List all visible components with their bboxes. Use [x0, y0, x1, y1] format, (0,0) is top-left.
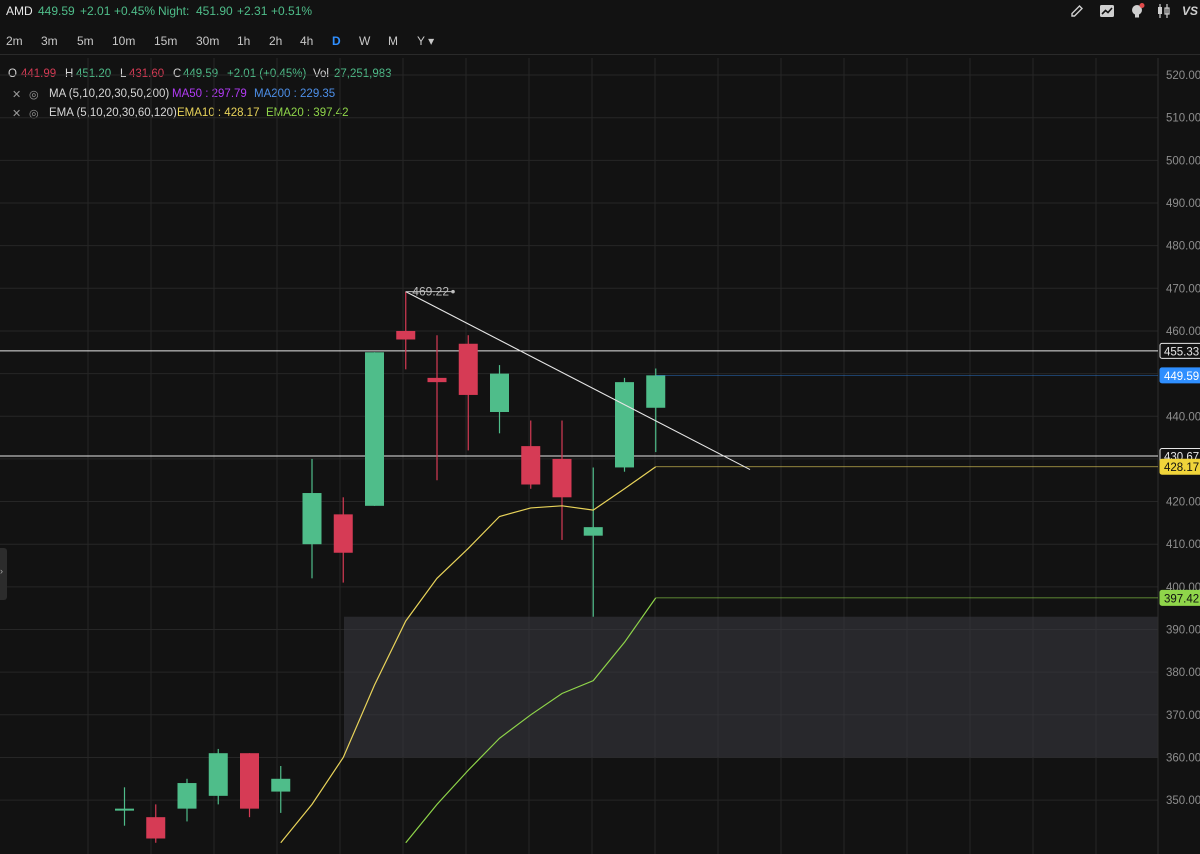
swing-high-dot	[451, 289, 455, 294]
y-tick-label: 350.00	[1166, 795, 1200, 807]
candle	[146, 804, 166, 843]
y-tick-label: 470.00	[1166, 283, 1200, 295]
candle	[177, 778, 197, 822]
price-tag-label: 449.59	[1164, 371, 1199, 383]
candle-body	[177, 783, 197, 809]
candle-body	[615, 382, 634, 468]
tf-4h[interactable]: 4h	[300, 34, 313, 48]
candle-body	[427, 377, 447, 383]
quote-bar: AMD 449.59 +2.01 +0.45% Night: 451.90 +2…	[0, 0, 1200, 22]
candle	[333, 497, 353, 583]
candle	[583, 467, 603, 617]
y-tick-label: 410.00	[1166, 539, 1200, 551]
candle-body	[552, 458, 572, 498]
night-change: +2.31	[237, 4, 268, 18]
symbol[interactable]: AMD	[6, 4, 33, 18]
candle-body	[458, 343, 478, 395]
vs-button[interactable]: VS	[1182, 4, 1198, 18]
price-change-pct: +0.45%	[114, 4, 156, 18]
price-tag: 449.59	[1159, 367, 1200, 384]
chart-trend-icon[interactable]	[1098, 2, 1116, 20]
y-tick-label: 490.00	[1166, 198, 1200, 210]
y-tick-label: 370.00	[1166, 710, 1200, 722]
candle-body	[271, 778, 291, 792]
candle-body	[396, 330, 416, 340]
tf-d[interactable]: D	[332, 34, 341, 48]
y-tick-label: 460.00	[1166, 326, 1200, 338]
night-label: Night:	[158, 4, 190, 18]
candle-body	[521, 446, 541, 485]
y-tick-label: 360.00	[1166, 752, 1200, 764]
price-change: +2.01	[80, 4, 111, 18]
tf-2h[interactable]: 2h	[269, 34, 282, 48]
y-tick-label: 520.00	[1166, 70, 1200, 82]
candle	[552, 420, 572, 540]
demand-zone-box	[344, 616, 1158, 758]
candle	[615, 377, 634, 472]
trendline	[405, 291, 751, 471]
y-tick-label: 500.00	[1166, 155, 1200, 167]
candle-body	[646, 375, 666, 408]
y-tick-label: 440.00	[1166, 411, 1200, 423]
tf-30m[interactable]: 30m	[196, 34, 219, 48]
tf-5m[interactable]: 5m	[77, 34, 94, 48]
night-price: 451.90	[196, 4, 233, 18]
candle-body	[333, 514, 353, 553]
night-change-pct: +0.51%	[271, 4, 313, 18]
candle	[646, 368, 666, 453]
timeframe-bar: 2m 3m 5m 10m 15m 30m 1h 2h 4h D W M Y ▾	[0, 28, 1200, 55]
chevron-right-icon: ›	[0, 566, 3, 576]
candle-body	[208, 753, 228, 796]
tf-15m[interactable]: 15m	[154, 34, 177, 48]
price-tag: 397.42	[1159, 589, 1200, 606]
candle	[115, 787, 134, 826]
tf-2m[interactable]: 2m	[6, 34, 23, 48]
price-tag-label: 455.33	[1164, 346, 1199, 358]
pencil-icon[interactable]	[1068, 2, 1086, 20]
candle-settings-icon[interactable]	[1155, 2, 1173, 20]
tf-y-dropdown[interactable]: Y ▾	[417, 34, 434, 48]
y-tick-label: 420.00	[1166, 497, 1200, 509]
candle-body	[583, 527, 603, 536]
candle	[240, 753, 259, 818]
last-price: 449.59	[38, 4, 75, 18]
candle	[208, 748, 228, 805]
side-panel-handle[interactable]: ›	[0, 548, 7, 600]
candle	[521, 420, 541, 489]
tf-m[interactable]: M	[388, 34, 398, 48]
y-tick-label: 510.00	[1166, 113, 1200, 125]
candle	[490, 365, 509, 434]
lightbulb-icon[interactable]	[1128, 2, 1146, 20]
price-chart[interactable]: 469.22350.00360.00370.00380.00390.00400.…	[0, 58, 1200, 854]
candle-body	[490, 373, 509, 412]
tf-10m[interactable]: 10m	[112, 34, 135, 48]
price-tag: 455.33	[1159, 342, 1200, 359]
y-tick-label: 380.00	[1166, 667, 1200, 679]
candle-body	[146, 817, 166, 839]
tf-w[interactable]: W	[359, 34, 370, 48]
price-tag-label: 397.42	[1164, 593, 1199, 605]
price-tag-label: 428.17	[1164, 462, 1199, 474]
candle-body	[115, 808, 134, 811]
candle-body	[365, 352, 384, 506]
candle-body	[302, 493, 322, 545]
y-tick-label: 480.00	[1166, 241, 1200, 253]
swing-high-label: 469.22	[412, 285, 449, 299]
y-tick-label: 390.00	[1166, 625, 1200, 637]
candle	[458, 335, 478, 451]
candle	[365, 352, 384, 506]
price-tag: 428.17	[1159, 458, 1200, 475]
tf-3m[interactable]: 3m	[41, 34, 58, 48]
tf-1h[interactable]: 1h	[237, 34, 250, 48]
candle	[302, 458, 322, 579]
candle	[271, 765, 291, 813]
candle-body	[240, 753, 259, 809]
